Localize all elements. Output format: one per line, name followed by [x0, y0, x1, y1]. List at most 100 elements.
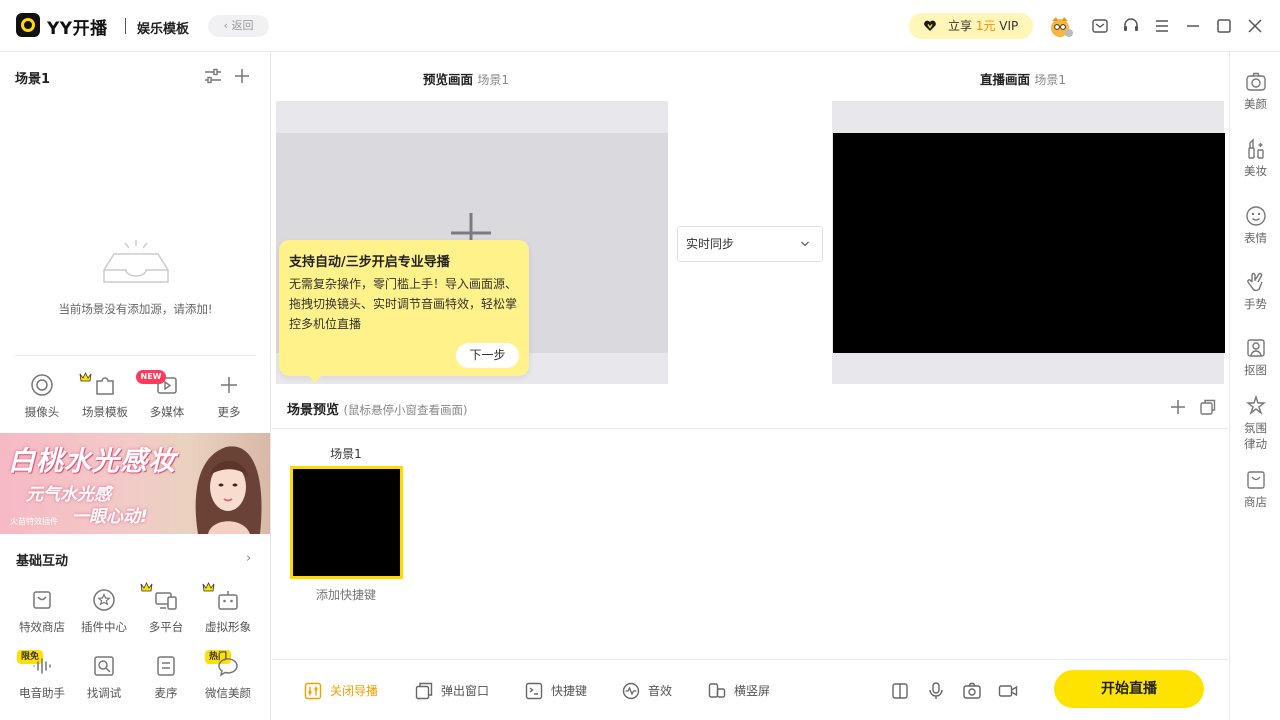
gesture-icon: [1246, 272, 1263, 292]
live-label: 直播画面: [980, 72, 1031, 87]
emoji-icon: [1245, 206, 1266, 226]
scene-preview-title: 场景预览 (鼠标悬停小窗查看画面): [287, 399, 468, 418]
sound-effect-button[interactable]: 音效: [622, 680, 682, 702]
tool-label: 场景模板: [82, 405, 128, 419]
bottom-label: 弹出窗口: [441, 684, 490, 698]
tool-label: 摄像头: [24, 405, 60, 419]
store-button[interactable]: 商店: [1230, 468, 1280, 510]
add-scene-icon[interactable]: [232, 66, 252, 86]
mic-order-button[interactable]: 麦序: [134, 653, 198, 701]
scene-thumb-label: 场景1: [330, 447, 362, 461]
gesture-button[interactable]: 手势: [1230, 270, 1280, 312]
banner-line3: 一眼心动!: [72, 507, 148, 527]
scene-thumbnail[interactable]: [290, 466, 403, 579]
interact-label: 多平台: [148, 620, 184, 634]
menu-icon[interactable]: [1151, 15, 1173, 37]
multi-screen-icon: [155, 592, 177, 610]
shortcut-keys-button[interactable]: 快捷键: [525, 680, 595, 702]
sound-wave-icon: [33, 658, 51, 674]
screenshot-camera-icon[interactable]: [961, 680, 983, 702]
headset-icon[interactable]: [1120, 15, 1142, 37]
virtual-avatar-button[interactable]: 虚拟形象: [196, 582, 260, 635]
close-director-button[interactable]: 关闭导播: [304, 680, 384, 702]
beauty-button[interactable]: 美颜: [1230, 70, 1280, 112]
matting-icon: [1246, 339, 1265, 357]
mail-icon[interactable]: [1089, 15, 1111, 37]
debug-button[interactable]: 找调试: [72, 653, 136, 701]
store-icon: [1246, 471, 1265, 489]
promo-banner[interactable]: 白桃水光感妆 元气水光感 一眼心动! 火苗特效插件: [0, 433, 270, 534]
interact-label: 特效商店: [19, 620, 65, 634]
minimize-icon[interactable]: [1182, 15, 1204, 37]
record-video-icon[interactable]: [997, 680, 1019, 702]
interact-label: 电音助手: [19, 686, 65, 700]
effect-shop-button[interactable]: 特效商店: [10, 587, 74, 635]
makeup-icon: [1247, 138, 1264, 159]
bottom-label: 关闭导播: [330, 684, 379, 698]
orientation-button[interactable]: 横竖屏: [708, 680, 778, 702]
title-separator: [125, 18, 126, 34]
logo-ring: [21, 18, 35, 32]
add-scene-plus-icon[interactable]: [1168, 397, 1188, 417]
tool-camera[interactable]: 摄像头: [14, 372, 70, 420]
preview-label: 预览画面: [423, 72, 474, 87]
banner-small-text: 火苗特效插件: [10, 517, 58, 526]
rightbar-label: 美颜: [1244, 97, 1267, 111]
wechat-beauty-button[interactable]: 热门 微信美颜: [196, 650, 260, 701]
start-live-button[interactable]: 开始直播: [1054, 670, 1204, 708]
interaction-section-title: 基础互动: [16, 554, 69, 569]
close-icon[interactable]: [1244, 15, 1266, 37]
puzzle-icon: [96, 377, 114, 395]
scene-preview-header: 场景预览 (鼠标悬停小窗查看画面): [272, 384, 1228, 429]
rightbar-label: 美妆: [1244, 164, 1267, 178]
mode-title: 娱乐模板: [137, 22, 190, 37]
next-step-button[interactable]: 下一步: [456, 343, 519, 368]
shop-bag-icon: [33, 591, 51, 609]
camera-icon: [31, 374, 53, 396]
split-view-icon[interactable]: [889, 680, 911, 702]
maximize-icon[interactable]: [1213, 15, 1235, 37]
microphone-icon[interactable]: [925, 680, 947, 702]
tooltip-title: 支持自动/三步开启专业导播: [289, 255, 450, 270]
emoji-button[interactable]: 表情: [1230, 204, 1280, 246]
heart-icon: [924, 20, 936, 31]
app-name: YY开播: [47, 19, 108, 39]
matting-button[interactable]: 抠图: [1230, 336, 1280, 378]
preview-scene-name: 场景1: [477, 73, 510, 87]
popout-window-button[interactable]: 弹出窗口: [415, 680, 495, 702]
tool-scene-template[interactable]: 场景模板: [77, 372, 133, 420]
sliders-icon: [304, 682, 322, 700]
rotate-screen-icon: [708, 683, 726, 698]
chevron-right-icon[interactable]: ›: [246, 551, 251, 566]
right-sidebar: 美颜 美妆 表情 手势 抠图 氛围律动 商店: [1229, 52, 1280, 720]
empty-box-icon: [103, 240, 169, 283]
rightbar-label: 商店: [1244, 495, 1267, 509]
avatar-icon[interactable]: [1048, 14, 1076, 40]
vip-suffix: VIP: [995, 19, 1019, 33]
tool-more[interactable]: 更多: [201, 372, 257, 420]
crown-icon: [79, 372, 92, 382]
model-portrait-image: [195, 446, 262, 534]
left-panel: 场景1 当前场景没有添加源，请添加! 摄像头 场景模板 多媒体 NEW 更多 白…: [0, 52, 271, 720]
voice-assistant-button[interactable]: 限免 电音助手: [10, 650, 74, 701]
multi-platform-button[interactable]: 多平台: [134, 582, 198, 635]
atmosphere-icon: [1245, 394, 1266, 416]
rightbar-label: 手势: [1244, 297, 1267, 311]
copy-window-icon[interactable]: [1198, 397, 1218, 417]
atmosphere-button[interactable]: 氛围律动: [1230, 394, 1280, 452]
live-scene-name: 场景1: [1034, 73, 1067, 87]
crown-icon: [202, 582, 215, 592]
plugin-center-button[interactable]: 插件中心: [72, 587, 136, 635]
plus-icon: [221, 377, 237, 393]
makeup-button[interactable]: 美妆: [1230, 137, 1280, 179]
vip-button[interactable]: 立享 1元 VIP: [909, 13, 1033, 39]
sync-mode-select[interactable]: 实时同步: [677, 226, 823, 262]
add-shortcut-link[interactable]: 添加快捷键: [290, 586, 402, 603]
back-button[interactable]: ‹ 返回: [208, 15, 269, 37]
sound-effect-icon: [622, 682, 640, 700]
divider: [15, 355, 256, 356]
scene-title: 场景1: [15, 72, 51, 87]
vip-prefix: 立享: [948, 19, 976, 33]
bottom-label: 横竖屏: [734, 684, 771, 698]
adjust-icon[interactable]: [202, 66, 224, 86]
